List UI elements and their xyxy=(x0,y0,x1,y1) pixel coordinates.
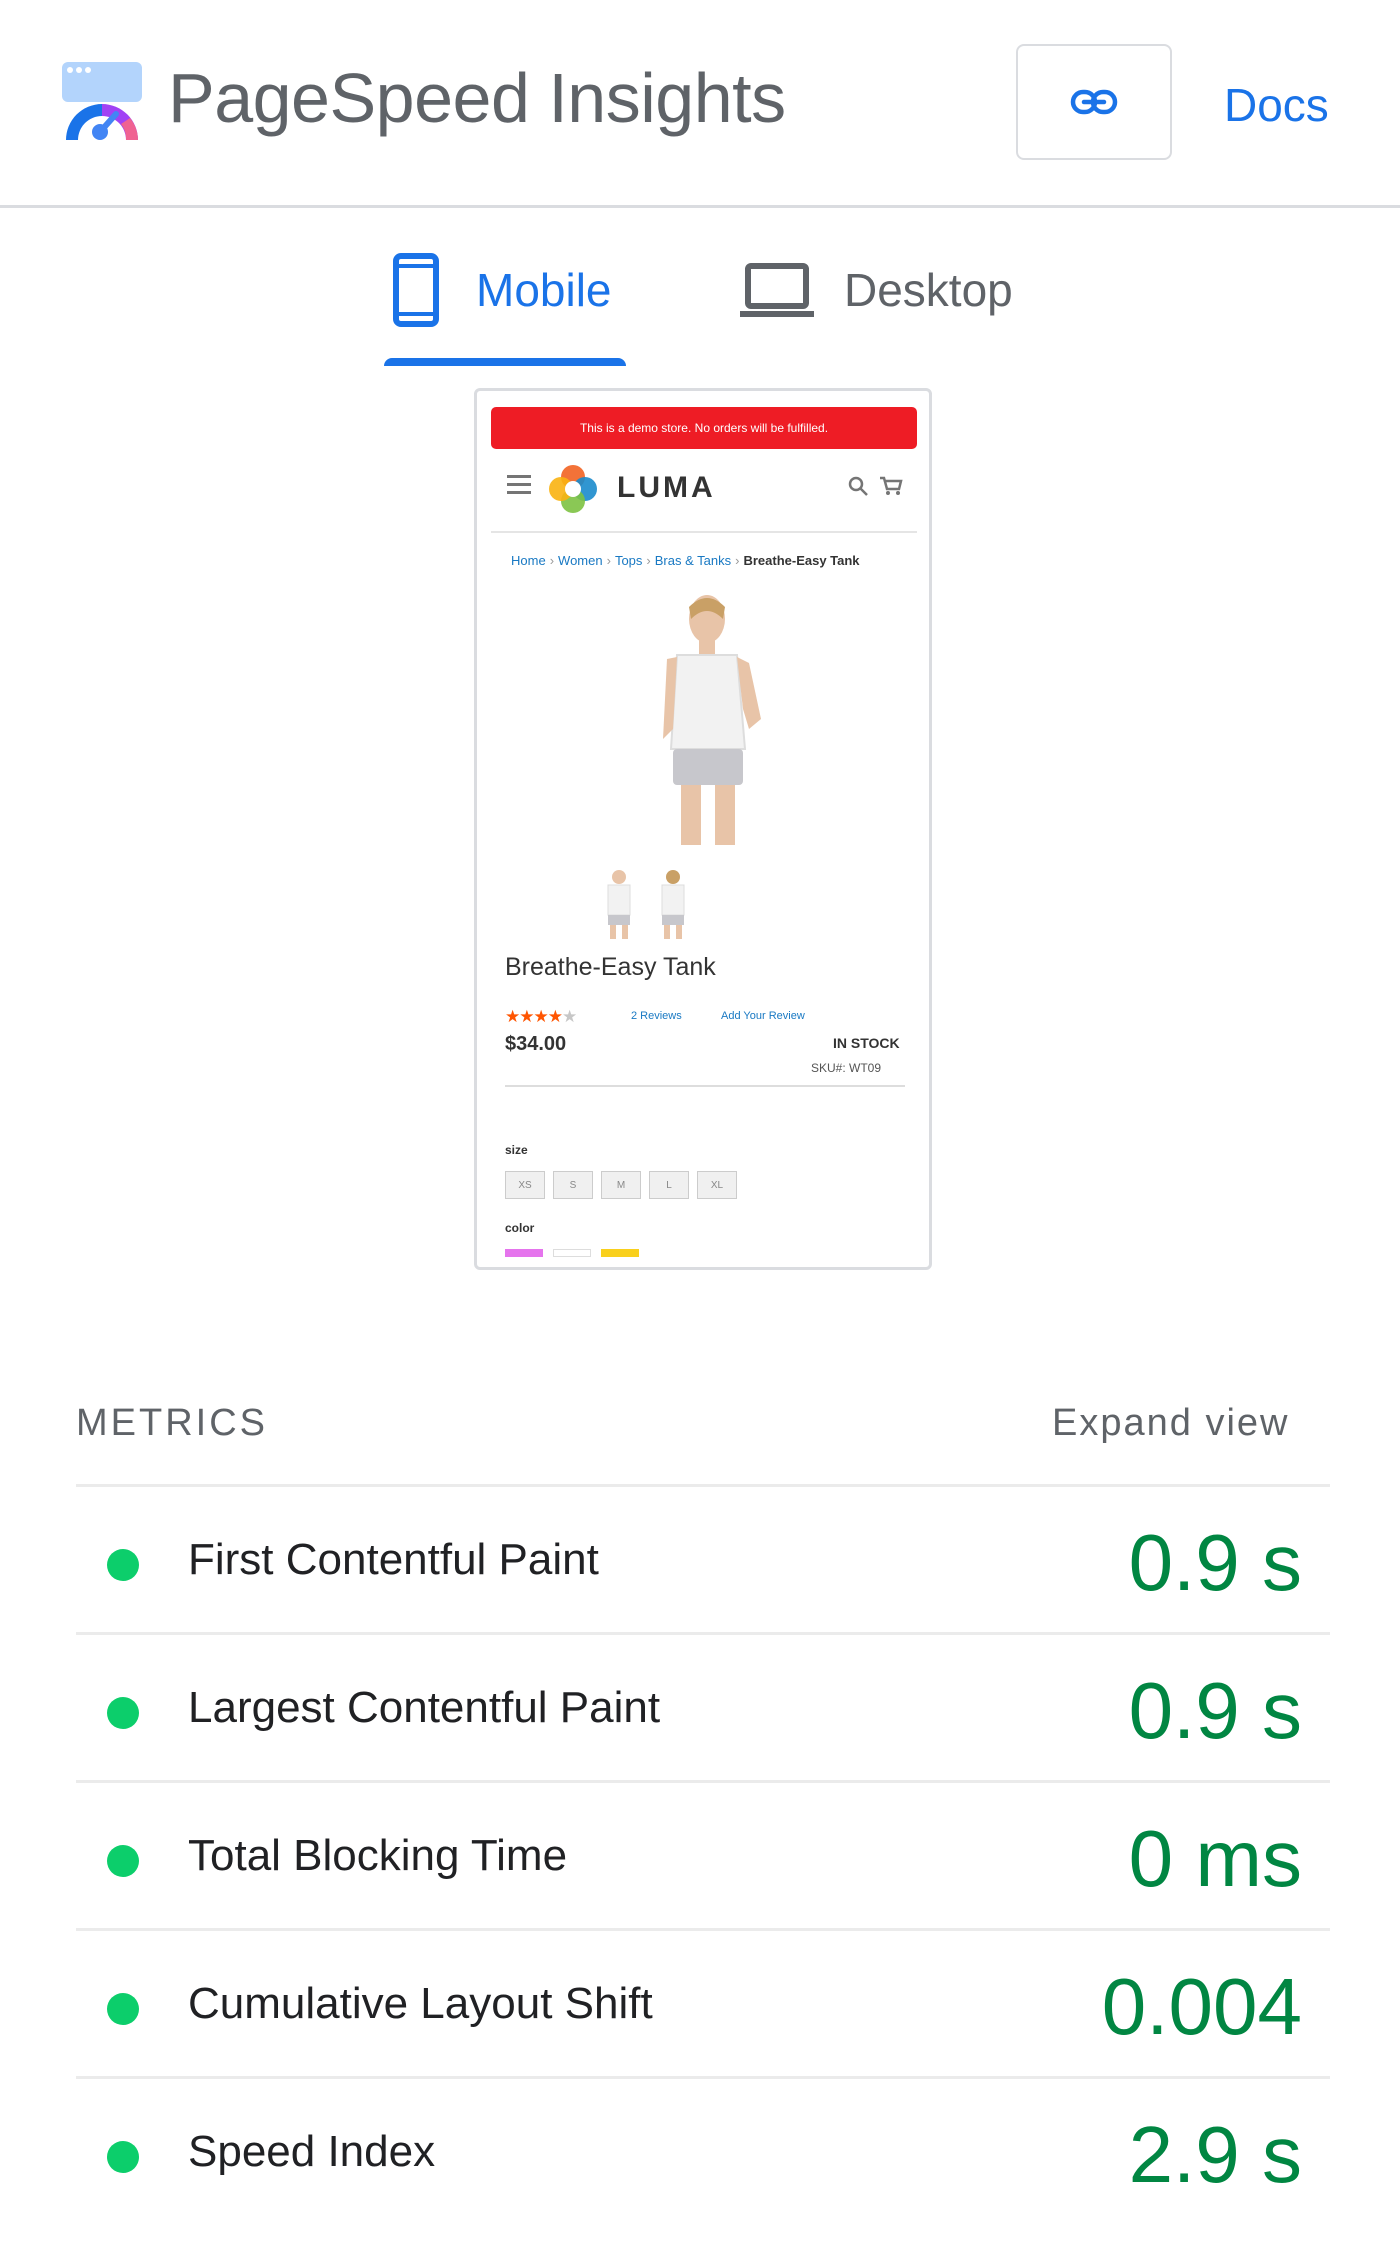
breadcrumb: Home › Women › Tops › Bras & Tanks › Breathe-Eas… xyxy=(511,553,860,568)
tab-mobile-label: Mobile xyxy=(476,264,612,316)
metric-row-speed-index: Speed Index 2.9 s xyxy=(76,2076,1330,2224)
metrics-heading: METRICS xyxy=(76,1402,268,1444)
product-thumbnail xyxy=(607,870,631,939)
docs-link[interactable]: Docs xyxy=(1224,78,1329,132)
tab-desktop-label: Desktop xyxy=(844,264,1013,316)
metric-row-cumulative-layout-shift: Cumulative Layout Shift 0.004 xyxy=(76,1928,1330,2076)
pass-status-icon xyxy=(107,1697,139,1729)
product-sku: SKU#: WT09 xyxy=(811,1061,882,1075)
page-screenshot-thumbnail: This is a demo store. No orders will be … xyxy=(474,388,932,1270)
store-name: LUMA xyxy=(617,471,716,504)
breadcrumb-item: Bras & Tanks xyxy=(654,553,732,568)
pass-status-icon xyxy=(107,1549,139,1581)
metric-name: Cumulative Layout Shift xyxy=(188,1979,653,2028)
metric-row-first-contentful-paint: First Contentful Paint 0.9 s xyxy=(76,1484,1330,1632)
size-label: size xyxy=(505,1143,528,1157)
product-image xyxy=(663,595,761,845)
breadcrumb-item: Women xyxy=(558,553,603,568)
add-review-link: Add Your Review xyxy=(721,1010,805,1022)
pass-status-icon xyxy=(107,1993,139,2025)
divider xyxy=(505,1085,905,1087)
metric-name: Speed Index xyxy=(188,2127,436,2176)
size-option: L xyxy=(649,1171,689,1199)
app-header: PageSpeed Insights Docs xyxy=(0,0,1400,208)
menu-icon xyxy=(507,475,531,499)
app-title: PageSpeed Insights xyxy=(168,59,786,137)
luma-logo-icon xyxy=(549,465,597,513)
pagespeed-logo-icon xyxy=(62,62,142,140)
divider xyxy=(491,531,917,533)
demo-store-banner: This is a demo store. No orders will be … xyxy=(491,407,917,449)
metric-value: 0.004 xyxy=(1101,1962,1302,2051)
reviews-link: 2 Reviews xyxy=(631,1010,682,1022)
product-name: Breathe-Easy Tank xyxy=(505,953,716,981)
pass-status-icon xyxy=(107,1845,139,1877)
metric-name: First Contentful Paint xyxy=(188,1535,599,1584)
tab-mobile[interactable]: Mobile xyxy=(392,250,612,330)
metric-value: 0.9 s xyxy=(1128,1666,1302,1755)
size-option: XS xyxy=(505,1171,545,1199)
laptop-icon xyxy=(740,263,814,317)
active-tab-indicator xyxy=(384,358,626,366)
tab-desktop[interactable]: Desktop xyxy=(740,250,1013,330)
breadcrumb-current: Breathe-Easy Tank xyxy=(743,553,860,568)
metric-value: 0.9 s xyxy=(1128,1518,1302,1607)
color-swatch xyxy=(601,1249,639,1257)
size-option: S xyxy=(553,1171,593,1199)
cart-icon xyxy=(880,476,903,495)
color-swatch xyxy=(553,1249,591,1257)
metrics-list: First Contentful Paint 0.9 s Largest Con… xyxy=(76,1484,1330,2224)
size-option: XL xyxy=(697,1171,737,1199)
metric-row-largest-contentful-paint: Largest Contentful Paint 0.9 s xyxy=(76,1632,1330,1780)
color-swatch xyxy=(505,1249,543,1257)
breadcrumb-item: Tops xyxy=(614,553,643,568)
product-thumbnail xyxy=(661,870,685,939)
link-icon xyxy=(1070,89,1118,115)
metric-value: 2.9 s xyxy=(1128,2110,1302,2199)
size-option: M xyxy=(601,1171,641,1199)
color-label: color xyxy=(505,1221,535,1235)
search-icon xyxy=(848,476,868,496)
pass-status-icon xyxy=(107,2141,139,2173)
copy-link-button[interactable] xyxy=(1016,44,1172,160)
metric-row-total-blocking-time: Total Blocking Time 0 ms xyxy=(76,1780,1330,1928)
product-price: $34.00 xyxy=(505,1033,567,1055)
expand-view-toggle[interactable]: Expand view xyxy=(1052,1402,1289,1445)
metric-value: 0 ms xyxy=(1128,1814,1302,1903)
breadcrumb-item: Home xyxy=(511,553,546,568)
mobile-phone-icon xyxy=(393,253,439,327)
metric-name: Total Blocking Time xyxy=(188,1831,568,1880)
metric-name: Largest Contentful Paint xyxy=(188,1683,661,1732)
rating-stars: ★★★★★ xyxy=(505,1007,577,1026)
stock-status: IN STOCK xyxy=(833,1035,900,1051)
